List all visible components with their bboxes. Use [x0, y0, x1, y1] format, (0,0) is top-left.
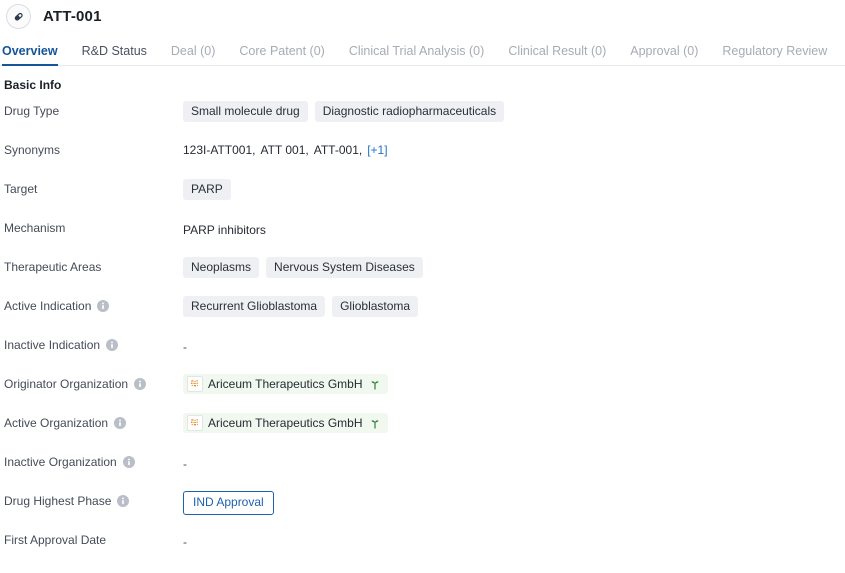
row-label-text: Therapeutic Areas	[4, 260, 102, 274]
row-target: Target PARP	[0, 179, 845, 218]
row-value: PARP inhibitors	[183, 218, 845, 240]
organization-badge[interactable]: Ariceum Therapeutics GmbH	[183, 374, 388, 394]
row-label-text: First Approval Date	[4, 533, 107, 547]
info-circle-icon[interactable]	[106, 339, 119, 351]
row-label: Inactive Indication	[0, 335, 183, 352]
company-logo-icon	[187, 415, 203, 431]
row-label: Synonyms	[0, 140, 183, 157]
row-label-text: Originator Organization	[4, 377, 129, 391]
row-value: Ariceum Therapeutics GmbH	[183, 374, 845, 394]
drug-highest-phase-button[interactable]: IND Approval	[183, 491, 274, 515]
page-header: ATT-001	[0, 0, 845, 33]
row-label: Active Organization	[0, 413, 183, 430]
organization-name: Ariceum Therapeutics GmbH	[208, 415, 363, 430]
tab-regulatory-review[interactable]: Regulatory Review	[722, 44, 827, 67]
empty-value: -	[183, 457, 187, 471]
row-label: Therapeutic Areas	[0, 257, 183, 274]
row-label: Active Indication	[0, 296, 183, 313]
organization-name: Ariceum Therapeutics GmbH	[208, 376, 363, 391]
row-mechanism: Mechanism PARP inhibitors	[0, 218, 845, 257]
chip-drug-type[interactable]: Small molecule drug	[183, 101, 308, 122]
info-circle-icon[interactable]	[97, 300, 110, 312]
row-synonyms: Synonyms 123I-ATT001, ATT 001, ATT-001, …	[0, 140, 845, 179]
row-label: Drug Type	[0, 101, 183, 118]
page-title: ATT-001	[43, 8, 102, 25]
chip-therapeutic-area[interactable]: Nervous System Diseases	[266, 257, 423, 278]
empty-value: -	[183, 340, 187, 354]
row-label-text: Active Indication	[4, 299, 92, 313]
row-label-text: Synonyms	[4, 143, 61, 157]
row-inactive-indication: Inactive Indication -	[0, 335, 845, 374]
row-label-text: Active Organization	[4, 416, 109, 430]
info-circle-icon[interactable]	[117, 495, 130, 507]
tab-approval[interactable]: Approval (0)	[630, 44, 698, 67]
row-originator-organization: Originator Organization Ariceum Therapeu…	[0, 374, 845, 413]
row-value: IND Approval	[183, 491, 845, 515]
row-label: Originator Organization	[0, 374, 183, 391]
row-value: Neoplasms Nervous System Diseases	[183, 257, 845, 278]
row-label-text: Drug Type	[4, 104, 60, 118]
row-value: -	[183, 530, 845, 552]
row-label: Mechanism	[0, 218, 183, 235]
info-circle-icon[interactable]	[122, 456, 135, 468]
row-label: First Approval Date	[0, 530, 183, 547]
tab-core-patent[interactable]: Core Patent (0)	[239, 44, 324, 67]
chip-target[interactable]: PARP	[183, 179, 231, 200]
mechanism-text: PARP inhibitors	[183, 223, 266, 237]
row-label-text: Drug Highest Phase	[4, 494, 112, 508]
row-label: Drug Highest Phase	[0, 491, 183, 508]
tab-clinical-trial-analysis[interactable]: Clinical Trial Analysis (0)	[349, 44, 484, 67]
tab-rd-status[interactable]: R&D Status	[82, 44, 147, 67]
info-circle-icon[interactable]	[114, 417, 127, 429]
row-label: Target	[0, 179, 183, 196]
tab-deal[interactable]: Deal (0)	[171, 44, 215, 67]
chip-active-indication[interactable]: Glioblastoma	[332, 296, 419, 317]
row-value: 123I-ATT001, ATT 001, ATT-001, [+1]	[183, 140, 845, 160]
organization-badge[interactable]: Ariceum Therapeutics GmbH	[183, 413, 388, 433]
row-active-indication: Active Indication Recurrent Glioblastoma…	[0, 296, 845, 335]
chip-therapeutic-area[interactable]: Neoplasms	[183, 257, 260, 278]
row-value: -	[183, 335, 845, 357]
row-label-text: Target	[4, 182, 38, 196]
chip-active-indication[interactable]: Recurrent Glioblastoma	[183, 296, 326, 317]
row-therapeutic-areas: Therapeutic Areas Neoplasms Nervous Syst…	[0, 257, 845, 296]
basic-info-rows: Drug Type Small molecule drug Diagnostic…	[0, 101, 845, 569]
synonym-item: 123I-ATT001,	[183, 143, 256, 157]
info-circle-icon[interactable]	[134, 378, 147, 390]
synonyms-show-more-link[interactable]: [+1]	[367, 142, 387, 158]
tab-overview[interactable]: Overview	[2, 44, 58, 67]
row-inactive-organization: Inactive Organization -	[0, 452, 845, 491]
row-value: PARP	[183, 179, 845, 200]
row-label: Inactive Organization	[0, 452, 183, 469]
synonym-item: ATT 001,	[260, 143, 309, 157]
row-first-approval-date: First Approval Date -	[0, 530, 845, 569]
row-drug-highest-phase: Drug Highest Phase IND Approval	[0, 491, 845, 530]
sprout-icon	[369, 418, 381, 429]
row-label-text: Inactive Organization	[4, 455, 117, 469]
row-value: Small molecule drug Diagnostic radiophar…	[183, 101, 845, 122]
row-value: Recurrent Glioblastoma Glioblastoma	[183, 296, 845, 317]
row-active-organization: Active Organization Ariceum Therapeutics…	[0, 413, 845, 452]
tab-bar: Overview R&D Status Deal (0) Core Patent…	[0, 33, 845, 66]
section-title-basic-info: Basic Info	[4, 78, 62, 92]
tab-clinical-result[interactable]: Clinical Result (0)	[508, 44, 606, 67]
pill-capsule-icon	[6, 4, 31, 29]
chip-drug-type[interactable]: Diagnostic radiopharmaceuticals	[314, 101, 505, 122]
row-label-text: Inactive Indication	[4, 338, 101, 352]
row-drug-type: Drug Type Small molecule drug Diagnostic…	[0, 101, 845, 140]
synonym-item: ATT-001,	[313, 143, 363, 157]
sprout-icon	[369, 379, 381, 390]
empty-value: -	[183, 535, 187, 549]
company-logo-icon	[187, 376, 203, 392]
row-value: Ariceum Therapeutics GmbH	[183, 413, 845, 433]
row-label-text: Mechanism	[4, 221, 66, 235]
row-value: -	[183, 452, 845, 474]
